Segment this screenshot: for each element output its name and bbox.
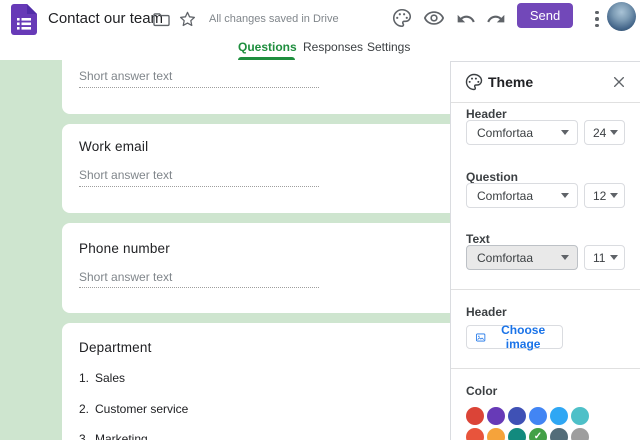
option-label: Customer service [95,402,189,416]
color-swatch-indigo[interactable] [508,407,526,425]
chevron-down-icon [561,255,569,260]
question-card[interactable]: Department 1. Sales 2. Customer service … [62,323,450,440]
form-canvas: Short answer text Work email Short answe… [0,60,450,440]
text-font-select[interactable]: Comfortaa [466,245,578,270]
panel-title: Theme [488,74,534,90]
list-option[interactable]: 3. Marketing [79,432,148,440]
question-title[interactable]: Work email [79,139,148,154]
list-option[interactable]: 2. Customer service [79,402,188,416]
color-swatch-cyan[interactable] [571,407,589,425]
google-forms-app: Contact our team All changes saved in Dr… [0,0,640,440]
list-option[interactable]: 1. Sales [79,371,125,385]
divider [451,102,640,103]
divider [451,289,640,290]
close-icon [613,76,625,87]
question-font-label: Question [466,170,519,184]
account-avatar[interactable] [607,2,636,31]
color-swatch-teal[interactable] [508,428,526,440]
tab-responses[interactable]: Responses [303,38,363,60]
palette-icon [393,8,412,28]
star-icon [179,11,195,26]
header-font-select[interactable]: Comfortaa [466,120,578,145]
form-tabs: Questions Responses Settings [0,38,640,60]
selected-font: Comfortaa [477,250,534,265]
short-answer-field[interactable]: Short answer text [79,270,172,284]
check-icon: ✓ [533,431,543,440]
vertical-ellipsis-icon [595,10,599,28]
color-swatch-deep-orange[interactable] [466,428,484,440]
answer-underline [79,186,319,187]
option-number: 3. [79,432,90,440]
color-swatches-row-1 [466,407,589,425]
color-swatch-green-selected[interactable]: ✓ [529,428,547,440]
option-number: 2. [79,402,90,416]
question-size-select[interactable]: 12 [584,183,625,208]
header-image-label: Header [466,305,507,319]
choose-image-button[interactable]: Choose image [466,323,563,351]
theme-panel: Theme Header Comfortaa 24 Question Comfo… [450,61,640,440]
palette-icon [464,72,484,97]
color-label: Color [466,384,498,398]
preview-button[interactable] [422,6,446,30]
color-swatch-orange[interactable] [487,428,505,440]
color-swatch-light-blue[interactable] [550,407,568,425]
choose-image-label: Choose image [501,323,546,351]
selected-size: 24 [593,125,607,140]
topbar: Contact our team All changes saved in Dr… [0,0,640,38]
divider [451,368,640,369]
option-label: Sales [95,371,126,385]
short-answer-field[interactable]: Short answer text [79,69,172,83]
chevron-down-icon [610,193,618,198]
selected-size: 11 [593,250,606,265]
question-card[interactable]: Short answer text [62,60,450,114]
text-size-select[interactable]: 11 [584,245,625,270]
save-status[interactable]: All changes saved in Drive [209,0,339,38]
chevron-down-icon [610,255,618,260]
undo-button[interactable] [454,7,478,31]
chevron-down-icon [610,130,618,135]
selected-font: Comfortaa [477,188,534,203]
question-font-select[interactable]: Comfortaa [466,183,578,208]
answer-underline [79,287,319,288]
close-panel-button[interactable] [608,72,630,94]
text-font-label: Text [466,232,490,246]
color-swatches-row-2: ✓ [466,428,589,440]
option-label: Marketing [95,432,148,440]
selected-size: 12 [593,188,607,203]
chevron-down-icon [561,130,569,135]
answer-underline [79,87,319,88]
forms-logo-icon[interactable] [11,4,37,35]
color-swatch-gray[interactable] [571,428,589,440]
question-title[interactable]: Phone number [79,241,170,256]
redo-button[interactable] [484,7,508,31]
undo-icon [457,14,475,23]
send-button[interactable]: Send [517,3,573,28]
color-swatch-purple[interactable] [487,407,505,425]
color-swatch-red[interactable] [466,407,484,425]
more-options-button[interactable] [585,7,609,31]
eye-icon [423,11,445,25]
customize-theme-button[interactable] [390,6,414,30]
header-font-label: Header [466,107,507,121]
color-swatch-blue-gray[interactable] [550,428,568,440]
option-number: 1. [79,371,90,385]
selected-font: Comfortaa [477,125,534,140]
question-title[interactable]: Department [79,340,152,355]
color-swatch-blue[interactable] [529,407,547,425]
chevron-down-icon [561,193,569,198]
header-size-select[interactable]: 24 [584,120,625,145]
image-icon [475,333,486,341]
question-card[interactable]: Phone number Short answer text [62,223,450,313]
move-to-folder-button[interactable] [149,7,173,31]
short-answer-field[interactable]: Short answer text [79,168,172,182]
redo-icon [487,14,505,23]
star-button[interactable] [175,7,199,31]
tab-settings[interactable]: Settings [367,38,410,60]
document-title[interactable]: Contact our team [48,0,163,38]
question-card[interactable]: Work email Short answer text [62,124,450,213]
folder-icon [152,12,170,26]
